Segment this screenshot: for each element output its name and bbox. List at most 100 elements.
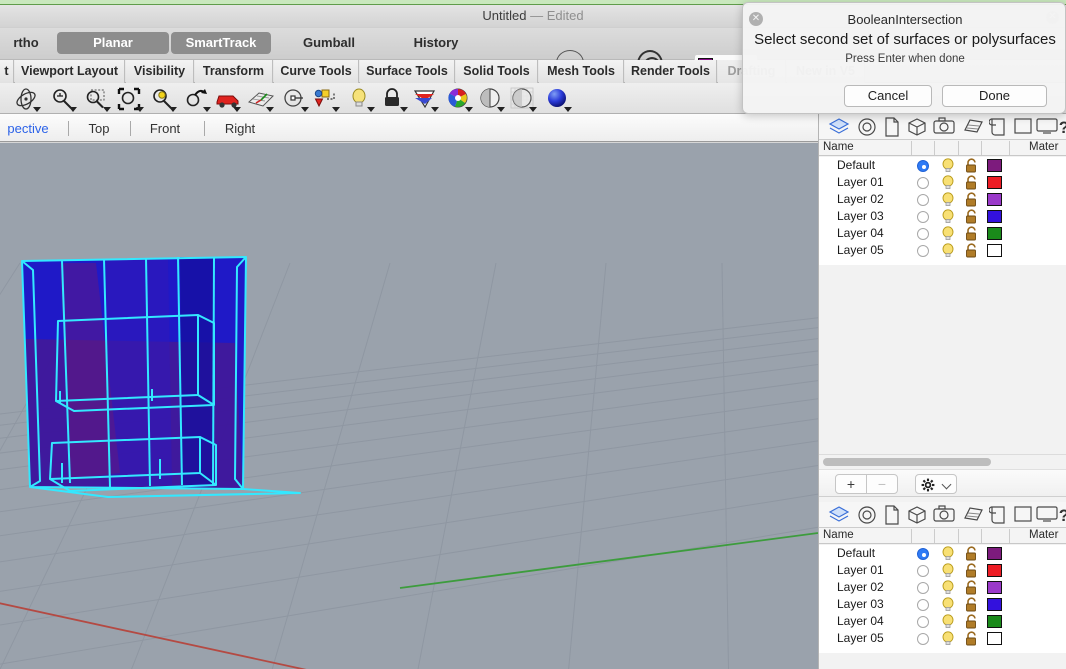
viewport-tab-top[interactable]: Top [82, 119, 116, 138]
layer-row[interactable]: Layer 02 [819, 191, 1066, 208]
column-header-name[interactable]: Name [823, 141, 854, 153]
layer-current-radio[interactable] [917, 565, 929, 577]
layer-current-radio[interactable] [917, 633, 929, 645]
layer-current-radio[interactable] [917, 582, 929, 594]
scroll-icon[interactable] [988, 117, 1007, 142]
zoom-selected-icon[interactable] [150, 87, 177, 112]
layer-current-radio[interactable] [917, 194, 929, 206]
color-wheel-icon[interactable] [446, 87, 473, 112]
set-cplane-icon[interactable] [247, 87, 275, 112]
help-icon[interactable]: ? [1057, 117, 1066, 142]
ghosted-view-icon[interactable] [510, 87, 537, 112]
column-header-material[interactable]: Mater [1029, 529, 1058, 541]
toolbar-tab-mesh-tools[interactable]: Mesh Tools [539, 60, 624, 83]
layer-row[interactable]: Layer 04 [819, 613, 1066, 630]
rotate-view-icon[interactable] [14, 87, 41, 112]
zoom-extents-icon[interactable] [117, 87, 144, 112]
column-divider[interactable] [934, 529, 935, 543]
rendered-view-icon[interactable] [545, 87, 572, 112]
layer-color-swatch[interactable] [987, 244, 1002, 257]
toggle-rtho[interactable]: rtho [0, 32, 52, 54]
cube-icon[interactable] [907, 505, 927, 530]
toggle-gumball[interactable]: Gumball [288, 32, 370, 54]
layer-row[interactable]: Layer 03 [819, 208, 1066, 225]
layer-color-swatch[interactable] [987, 210, 1002, 223]
layer-name-label[interactable]: Layer 01 [837, 175, 884, 189]
layer-color-swatch[interactable] [987, 615, 1002, 628]
toolbar-tab-solid-tools[interactable]: Solid Tools [456, 60, 538, 83]
perspective-viewport[interactable] [0, 143, 818, 669]
layer-row[interactable]: Layer 04 [819, 225, 1066, 242]
add-layer-button[interactable]: + [835, 474, 867, 494]
viewport-tab-right[interactable]: Right [218, 119, 262, 138]
object-properties-icon[interactable] [313, 87, 340, 112]
remove-layer-button[interactable]: − [866, 474, 898, 494]
zoom-in-out-icon[interactable] [50, 87, 77, 112]
layer-name-label[interactable]: Default [837, 158, 875, 172]
layers-icon[interactable] [828, 505, 850, 530]
toolbar-tab-render-tools[interactable]: Render Tools [625, 60, 717, 83]
toolbar-tab-visibility[interactable]: Visibility [126, 60, 194, 83]
layer-state-icon[interactable] [412, 87, 439, 112]
page-icon[interactable] [884, 505, 900, 530]
display-icon[interactable] [1036, 505, 1058, 528]
layer-row[interactable]: Layer 05 [819, 242, 1066, 259]
layer-row[interactable]: Layer 05 [819, 630, 1066, 647]
layer-name-label[interactable]: Layer 05 [837, 243, 884, 257]
light-bulb-icon[interactable] [348, 87, 375, 112]
cancel-button[interactable]: Cancel [844, 85, 932, 107]
toolbar-tab-t[interactable]: t [0, 60, 14, 83]
done-button[interactable]: Done [942, 85, 1047, 107]
layer-name-label[interactable]: Layer 01 [837, 563, 884, 577]
display-icon[interactable] [1036, 117, 1058, 140]
scroll-icon[interactable] [988, 505, 1007, 530]
cube-icon[interactable] [907, 117, 927, 142]
toggle-smarttrack[interactable]: SmartTrack [171, 32, 271, 54]
layer-color-swatch[interactable] [987, 632, 1002, 645]
panel-horizontal-scrollbar[interactable] [819, 454, 1066, 468]
notes-grid-icon[interactable] [961, 505, 983, 528]
lock-object-icon[interactable] [381, 87, 408, 112]
scrollbar-thumb[interactable] [823, 458, 991, 466]
square-icon[interactable] [1013, 117, 1033, 140]
layer-name-label[interactable]: Layer 05 [837, 631, 884, 645]
column-divider[interactable] [981, 141, 982, 155]
column-divider[interactable] [911, 529, 912, 543]
layer-row[interactable]: Layer 01 [819, 562, 1066, 579]
layer-current-radio[interactable] [917, 160, 929, 172]
rotate-cplane-icon[interactable] [282, 87, 309, 112]
column-divider[interactable] [1009, 529, 1010, 543]
column-header-material[interactable]: Mater [1029, 141, 1058, 153]
layer-color-swatch[interactable] [987, 564, 1002, 577]
layer-name-label[interactable]: Layer 04 [837, 614, 884, 628]
shaded-view-icon[interactable] [478, 87, 505, 112]
toggle-planar[interactable]: Planar [57, 32, 169, 54]
layer-color-swatch[interactable] [987, 176, 1002, 189]
layer-current-radio[interactable] [917, 228, 929, 240]
toolbar-tab-viewport-layout[interactable]: Viewport Layout [15, 60, 125, 83]
layer-current-radio[interactable] [917, 245, 929, 257]
layer-color-swatch[interactable] [987, 598, 1002, 611]
layer-row[interactable]: Default [819, 545, 1066, 562]
layer-row[interactable]: Layer 01 [819, 174, 1066, 191]
layer-name-label[interactable]: Layer 03 [837, 209, 884, 223]
layer-name-label[interactable]: Layer 02 [837, 580, 884, 594]
layer-name-label[interactable]: Layer 02 [837, 192, 884, 206]
layer-row[interactable]: Layer 03 [819, 596, 1066, 613]
layer-current-radio[interactable] [917, 599, 929, 611]
camera-icon[interactable] [933, 117, 955, 140]
column-divider[interactable] [911, 141, 912, 155]
toolbar-tab-transform[interactable]: Transform [195, 60, 273, 83]
layer-color-swatch[interactable] [987, 193, 1002, 206]
layer-current-radio[interactable] [917, 616, 929, 628]
column-divider[interactable] [958, 529, 959, 543]
toggle-history[interactable]: History [396, 32, 476, 54]
page-icon[interactable] [884, 117, 900, 142]
target-icon[interactable] [857, 505, 877, 530]
named-views-car-icon[interactable] [214, 87, 241, 112]
column-header-name[interactable]: Name [823, 529, 854, 541]
unlocked-padlock-icon[interactable] [964, 243, 980, 263]
layer-name-label[interactable]: Default [837, 546, 875, 560]
zoom-window-icon[interactable] [84, 87, 111, 112]
toolbar-tab-curve-tools[interactable]: Curve Tools [274, 60, 359, 83]
